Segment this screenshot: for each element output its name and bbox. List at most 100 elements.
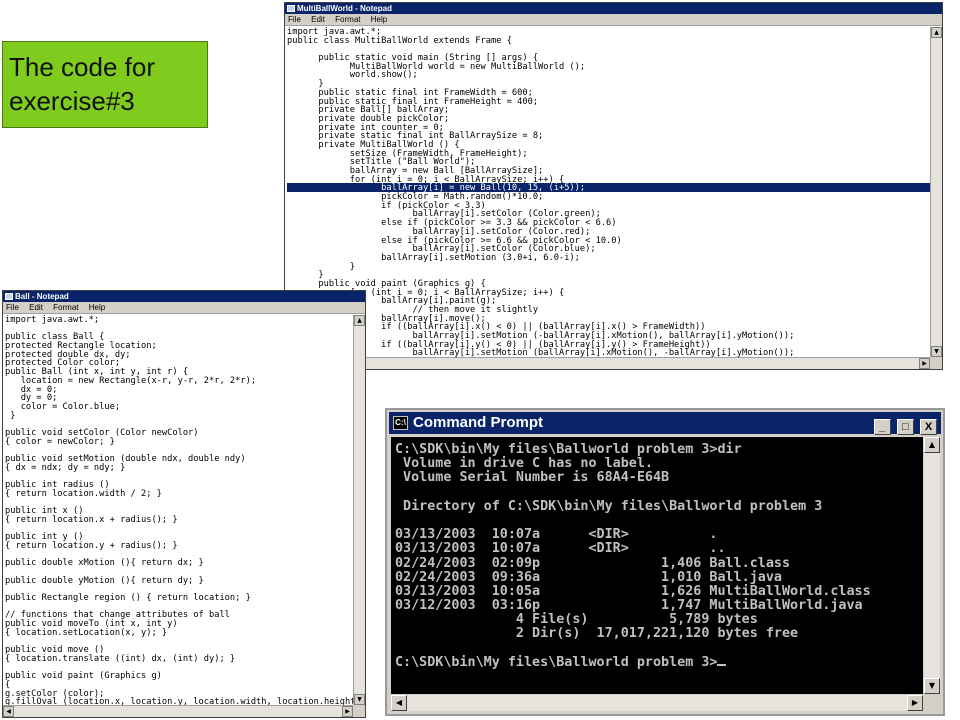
- text-line: if ((ballArray[i].y() < 0) || (ballArray…: [287, 339, 711, 350]
- text-line: 02/24/2003 02:09p 1,406 Ball.class: [395, 555, 791, 571]
- minimize-button[interactable]: _: [873, 419, 891, 435]
- menu-format[interactable]: Format: [53, 303, 78, 312]
- vertical-scrollbar[interactable]: ▲ ▼: [930, 27, 942, 357]
- text-line: for (int i = 0; i < BallArraySize; i++) …: [287, 174, 565, 185]
- resize-grip[interactable]: [930, 357, 942, 369]
- resize-grip[interactable]: [353, 705, 365, 717]
- scroll-left-icon[interactable]: ◀: [391, 695, 407, 711]
- text-line: pickColor = Math.random()*10.0;: [287, 192, 544, 203]
- horizontal-scrollbar[interactable]: ◀ ▶: [3, 705, 353, 717]
- text-line: public int radius (): [5, 480, 110, 491]
- text-line: MultiBallWorld world = new MultiBallWorl…: [287, 61, 586, 72]
- code-text-area[interactable]: import java.awt.*; public class Ball {pro…: [3, 315, 353, 705]
- text-line: public static final int FrameHeight = 40…: [287, 96, 539, 107]
- scroll-right-icon[interactable]: ▶: [919, 358, 930, 369]
- text-line: { return location.y + radius(); }: [5, 540, 178, 551]
- scroll-up-icon[interactable]: ▲: [931, 27, 942, 38]
- console-icon: C:\: [393, 416, 408, 430]
- text-line: // functions that change attributes of b…: [5, 610, 230, 621]
- scroll-down-icon[interactable]: ▼: [354, 694, 365, 705]
- horizontal-scrollbar[interactable]: ◀ ▶: [285, 357, 930, 369]
- text-line: else if (pickColor >= 6.6 && pickColor <…: [287, 235, 622, 246]
- text-line: public static final int FrameWidth = 600…: [287, 87, 533, 98]
- text-line: Volume Serial Number is 68A4-E64B: [395, 470, 670, 486]
- menu-help[interactable]: Help: [371, 15, 387, 24]
- text-line: public Ball (int x, int y, int r) {: [5, 367, 189, 378]
- maximize-button[interactable]: □: [896, 419, 914, 435]
- menu-file[interactable]: File: [6, 303, 19, 312]
- text-line: public void move (): [5, 645, 105, 656]
- text-line: public void setMotion (double ndx, doubl…: [5, 454, 246, 464]
- text-line: location = new Rectangle(x-r, y-r, 2*r, …: [5, 375, 257, 386]
- text-line: world.show();: [287, 70, 418, 81]
- text-line: public int y (): [5, 532, 84, 543]
- text-line: color = Color.blue;: [5, 401, 121, 412]
- menu-format[interactable]: Format: [335, 15, 360, 24]
- menu-edit[interactable]: Edit: [29, 303, 43, 312]
- window-title: MultiBallWorld - Notepad: [297, 4, 392, 13]
- text-line: ballArray[i].setMotion (ballArray[i].xMo…: [287, 348, 795, 357]
- text-line: private MultiBallWorld () {: [287, 139, 460, 150]
- window-titlebar[interactable]: MultiBallWorld - Notepad: [285, 3, 942, 14]
- exercise-label: The code for exercise#3: [2, 41, 208, 128]
- scroll-up-icon[interactable]: ▲: [354, 315, 365, 326]
- console-output[interactable]: C:\SDK\bin\My files\Ballworld problem 3>…: [391, 437, 923, 694]
- menu-bar: File Edit Format Help: [3, 302, 365, 314]
- text-line: public int x (): [5, 506, 84, 517]
- close-button[interactable]: X: [920, 419, 937, 435]
- text-line: if (pickColor < 3.3): [287, 200, 486, 211]
- command-prompt-window[interactable]: C:\ Command Prompt _ □ X C:\SDK\bin\My f…: [385, 408, 945, 716]
- text-line: private int counter = 0;: [287, 122, 444, 133]
- vertical-scrollbar[interactable]: ▲ ▼: [353, 315, 365, 705]
- text-line: ballArray[i] = new Ball(10, 15, (i+5));: [287, 183, 930, 193]
- text-line: { location.translate ((int) dx, (int) dy…: [5, 653, 236, 664]
- window-title: Command Prompt: [413, 414, 544, 431]
- text-line: setSize (FrameWidth, FrameHeight);: [287, 148, 528, 159]
- notepad-icon: [5, 293, 13, 300]
- text-line: {: [5, 679, 11, 690]
- text-line: { location.setLocation(x, y); }: [5, 627, 168, 638]
- menu-edit[interactable]: Edit: [311, 15, 325, 24]
- text-line: [395, 486, 923, 500]
- window-titlebar[interactable]: C:\ Command Prompt _ □ X: [389, 412, 941, 435]
- menu-file[interactable]: File: [288, 15, 301, 24]
- scroll-right-icon[interactable]: ▶: [342, 706, 353, 717]
- horizontal-scrollbar[interactable]: ◀ ▶: [391, 695, 923, 711]
- label-line-1: The code for: [9, 52, 155, 82]
- text-line: // then move it slightly: [287, 305, 539, 315]
- text-line: 03/13/2003 10:07a <DIR> ..: [395, 541, 726, 557]
- menu-help[interactable]: Help: [89, 303, 105, 312]
- text-line: import java.awt.*;: [5, 315, 100, 325]
- scroll-up-icon[interactable]: ▲: [924, 437, 940, 453]
- text-line: 02/24/2003 09:36a 1,010 Ball.java: [395, 569, 782, 585]
- multiballworld-notepad-window[interactable]: MultiBallWorld - Notepad File Edit Forma…: [284, 2, 943, 370]
- text-line: public void moveTo (int x, int y): [5, 619, 178, 630]
- window-title: Ball - Notepad: [15, 292, 69, 301]
- text-line: public class Ball {: [5, 332, 105, 343]
- text-line: private static final int BallArraySize =…: [287, 131, 544, 142]
- text-line: private double pickColor;: [287, 113, 450, 124]
- text-line: setTitle ("Ball World");: [287, 157, 476, 168]
- text-line: if ((ballArray[i].x() < 0) || (ballArray…: [287, 322, 706, 333]
- text-line: g.setColor (color);: [5, 688, 105, 699]
- text-line: public static void main (String [] args)…: [287, 53, 539, 64]
- vertical-scrollbar[interactable]: ▲ ▼: [924, 437, 940, 694]
- text-line: ballArray[i].setMotion (-ballArray[i].xM…: [287, 331, 795, 342]
- text-line: { return location.width / 2; }: [5, 488, 162, 499]
- code-text-area[interactable]: import java.awt.*; public class MultiBall…: [285, 27, 930, 357]
- text-line: else if (pickColor >= 3.3 && pickColor <…: [287, 218, 617, 229]
- notepad-icon: [287, 5, 295, 12]
- text-line: public void paint (Graphics g): [5, 671, 162, 682]
- scroll-left-icon[interactable]: ◀: [3, 706, 14, 717]
- window-titlebar[interactable]: Ball - Notepad: [3, 291, 365, 302]
- text-line: protected Rectangle location;: [5, 341, 157, 352]
- scroll-down-icon[interactable]: ▼: [924, 678, 940, 694]
- text-line: 03/13/2003 10:05a 1,626 MultiBallWorld.c…: [395, 583, 871, 599]
- scroll-right-icon[interactable]: ▶: [907, 695, 923, 711]
- text-line: Directory of C:\SDK\bin\My files\Ballwor…: [395, 498, 823, 514]
- ball-notepad-window[interactable]: Ball - Notepad File Edit Format Help imp…: [2, 290, 366, 718]
- menu-bar: File Edit Format Help: [285, 14, 942, 26]
- text-line: import java.awt.*;: [287, 27, 382, 37]
- text-line: { return location.x + radius(); }: [5, 514, 178, 525]
- scroll-down-icon[interactable]: ▼: [931, 346, 942, 357]
